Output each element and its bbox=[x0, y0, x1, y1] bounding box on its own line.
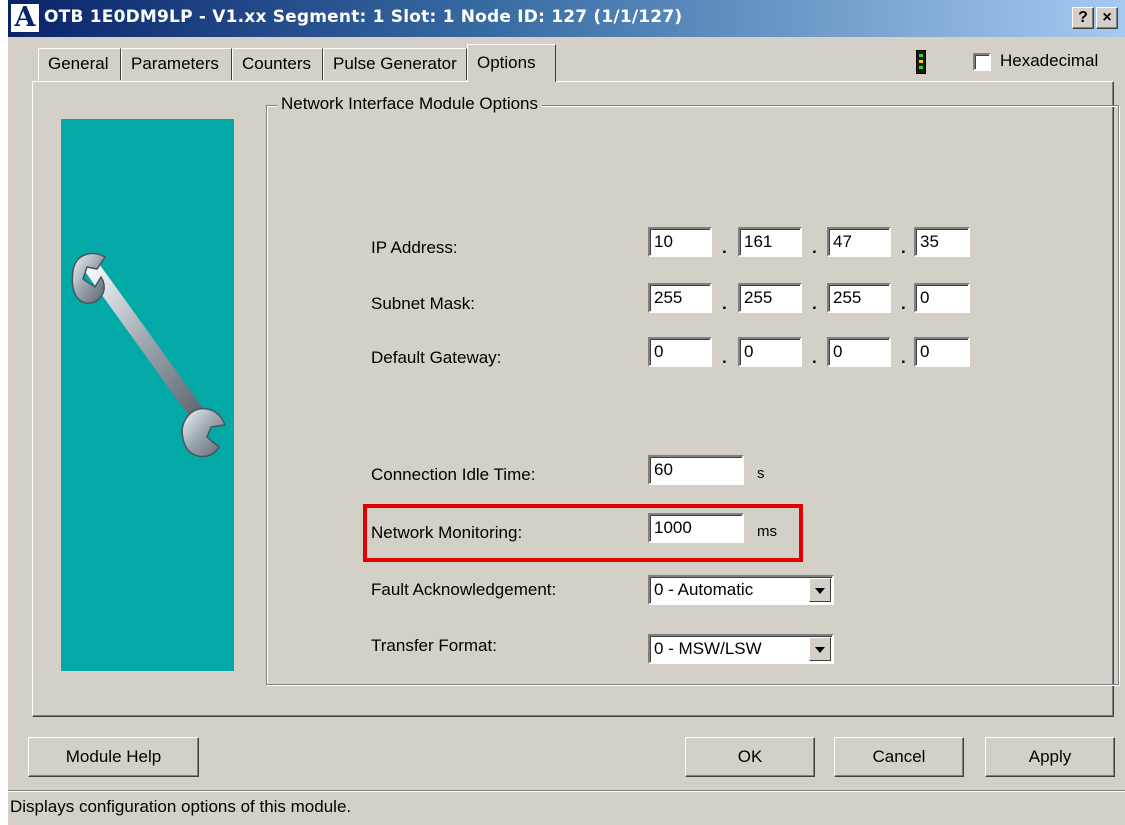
cancel-button[interactable]: Cancel bbox=[834, 737, 964, 777]
module-help-button[interactable]: Module Help bbox=[28, 737, 199, 777]
gateway-separator: . bbox=[722, 348, 727, 367]
transfer-format-select[interactable]: 0 - MSW/LSW bbox=[648, 634, 834, 664]
hexadecimal-checkbox[interactable] bbox=[973, 53, 991, 71]
dialog-window: A OTB 1E0DM9LP - V1.xx Segment: 1 Slot: … bbox=[8, 0, 1125, 825]
fault-ack-value: 0 - Automatic bbox=[654, 580, 754, 599]
ip-address-label: IP Address: bbox=[371, 238, 458, 257]
gateway-octet-1[interactable]: 0 bbox=[648, 337, 712, 367]
gateway-separator: . bbox=[812, 348, 817, 367]
ip-separator: . bbox=[722, 238, 727, 257]
subnet-octet-3[interactable]: 255 bbox=[827, 283, 891, 313]
subnet-octet-4[interactable]: 0 bbox=[914, 283, 970, 313]
group-title: Network Interface Module Options bbox=[277, 94, 543, 114]
gateway-octet-4[interactable]: 0 bbox=[914, 337, 970, 367]
gateway-octet-3[interactable]: 0 bbox=[827, 337, 891, 367]
ip-octet-4[interactable]: 35 bbox=[914, 227, 970, 257]
chevron-down-icon[interactable] bbox=[809, 637, 831, 661]
subnet-octet-1[interactable]: 255 bbox=[648, 283, 712, 313]
hexadecimal-label: Hexadecimal bbox=[1000, 51, 1099, 70]
gateway-separator: . bbox=[901, 348, 906, 367]
wrench-icon bbox=[71, 252, 226, 458]
subnet-separator: . bbox=[722, 294, 727, 313]
status-text: Displays configuration options of this m… bbox=[10, 797, 352, 816]
tab-options[interactable]: Options bbox=[467, 44, 556, 82]
ip-separator: . bbox=[812, 238, 817, 257]
ip-separator: . bbox=[901, 238, 906, 257]
fault-ack-select[interactable]: 0 - Automatic bbox=[648, 575, 834, 605]
ip-octet-3[interactable]: 47 bbox=[827, 227, 891, 257]
tab-general[interactable]: General bbox=[38, 48, 121, 80]
subnet-octet-2[interactable]: 255 bbox=[738, 283, 802, 313]
status-bar: Displays configuration options of this m… bbox=[8, 790, 1125, 825]
app-logo-icon: A bbox=[10, 3, 40, 33]
subnet-separator: . bbox=[901, 294, 906, 313]
fault-ack-label: Fault Acknowledgement: bbox=[371, 580, 557, 599]
default-gateway-label: Default Gateway: bbox=[371, 348, 502, 367]
network-monitoring-highlight bbox=[363, 504, 803, 562]
gateway-octet-2[interactable]: 0 bbox=[738, 337, 802, 367]
wrench-illustration bbox=[61, 119, 234, 671]
idle-time-label: Connection Idle Time: bbox=[371, 465, 536, 484]
help-button[interactable]: ? bbox=[1072, 7, 1094, 29]
transfer-format-label: Transfer Format: bbox=[371, 636, 497, 655]
tab-counters[interactable]: Counters bbox=[232, 48, 323, 80]
subnet-separator: . bbox=[812, 294, 817, 313]
idle-time-input[interactable]: 60 bbox=[648, 455, 744, 485]
apply-button[interactable]: Apply bbox=[985, 737, 1115, 777]
window-title: OTB 1E0DM9LP - V1.xx Segment: 1 Slot: 1 … bbox=[44, 7, 683, 27]
status-led-icon bbox=[916, 50, 926, 74]
tab-parameters[interactable]: Parameters bbox=[121, 48, 232, 80]
tab-pulse-generator[interactable]: Pulse Generator bbox=[323, 48, 467, 80]
subnet-mask-label: Subnet Mask: bbox=[371, 294, 475, 313]
chevron-down-icon[interactable] bbox=[809, 578, 831, 602]
ip-octet-2[interactable]: 161 bbox=[738, 227, 802, 257]
ok-button[interactable]: OK bbox=[685, 737, 815, 777]
idle-time-unit: s bbox=[757, 465, 765, 482]
close-button[interactable]: × bbox=[1096, 7, 1118, 29]
transfer-format-value: 0 - MSW/LSW bbox=[654, 639, 762, 658]
title-bar[interactable]: A OTB 1E0DM9LP - V1.xx Segment: 1 Slot: … bbox=[8, 0, 1125, 37]
ip-octet-1[interactable]: 10 bbox=[648, 227, 712, 257]
